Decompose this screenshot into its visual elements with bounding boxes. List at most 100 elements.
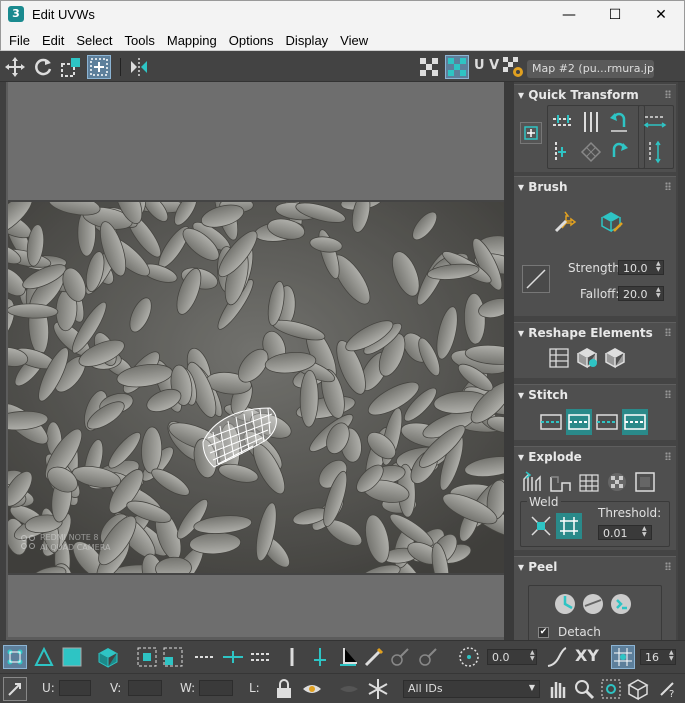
move-icon[interactable] [3,55,27,79]
rollout-grip-icon[interactable] [665,562,671,570]
reshape-header[interactable]: ▾ Reshape Elements [518,326,653,340]
menu-display[interactable]: Display [280,30,335,50]
xy-axis-button[interactable]: XY [575,646,599,665]
explode-by-smoothing-icon[interactable] [520,469,546,495]
u-field[interactable] [59,680,91,696]
paint-select-shrink-icon[interactable] [416,645,440,669]
stitch-average-icon[interactable] [594,409,620,435]
menu-options[interactable]: Options [223,30,280,50]
rollout-grip-icon[interactable] [665,90,671,98]
relax-settings-icon[interactable] [602,345,628,371]
explode-header[interactable]: ▾ Explode [518,450,582,464]
peel-header[interactable]: ▾ Peel [518,560,557,574]
face-mode-icon[interactable] [60,645,84,669]
freeform-mode-icon[interactable] [87,55,111,79]
straighten-icon[interactable] [546,345,572,371]
explode-frame-icon[interactable] [632,469,658,495]
menu-select[interactable]: Select [70,30,118,50]
grow-selection-icon[interactable] [135,645,159,669]
minimize-button[interactable]: — [546,0,592,30]
falloff-curve-icon[interactable] [522,265,550,293]
absolute-mode-icon[interactable] [3,677,27,701]
ring-select-icon[interactable] [249,645,273,669]
rollout-grip-icon[interactable] [665,328,671,336]
rotate-icon[interactable] [31,55,55,79]
freeze-icon[interactable] [366,677,390,701]
space-horizontal-icon[interactable] [642,109,668,135]
edge-loop-icon[interactable] [336,645,360,669]
checker-pattern-icon[interactable] [417,55,441,79]
shrink-selection-icon[interactable] [161,645,185,669]
edge-mode-icon[interactable] [32,645,56,669]
rollout-grip-icon[interactable] [665,452,671,460]
explode-flatten-icon[interactable] [576,469,602,495]
detach-checkbox[interactable]: ✔ [538,627,549,638]
zoom-icon[interactable] [572,677,596,701]
quick-transform-header[interactable]: ▾ Quick Transform [518,88,639,102]
paint-select-icon[interactable] [362,645,386,669]
menu-file[interactable]: File [3,30,36,50]
stitch-to-target-icon[interactable] [566,409,592,435]
material-id-dropdown[interactable]: All IDs ▼ [403,680,540,698]
rollout-grip-icon[interactable] [665,390,671,398]
texture-image[interactable] [8,200,504,575]
explode-checker-icon[interactable] [604,469,630,495]
menu-edit[interactable]: Edit [36,30,70,50]
paint-move-icon[interactable] [552,209,578,235]
zoom-region-icon[interactable] [599,677,623,701]
ring-grow-icon[interactable] [280,645,304,669]
explode-by-material-icon[interactable] [548,469,574,495]
threshold-spinner[interactable]: ▲ ▼ [642,526,648,539]
panel-scrollbar[interactable] [678,82,685,640]
grid-size-spinner[interactable]: ▲ ▼ [669,650,675,663]
peel-reset-icon[interactable] [608,591,634,617]
point-to-point-icon[interactable] [308,645,332,669]
brush-header[interactable]: ▾ Brush [518,180,568,194]
strength-spinner[interactable]: ▲ ▼ [656,261,662,274]
show-icon[interactable] [337,677,361,701]
menu-tools[interactable]: Tools [119,30,161,50]
rotate-angle-icon[interactable] [457,645,481,669]
rotate-ccw-icon[interactable] [606,109,632,135]
menu-view[interactable]: View [334,30,374,50]
stitch-header[interactable]: ▾ Stitch [518,388,568,402]
align-vertical-icon[interactable] [578,109,604,135]
distribute-icon[interactable] [578,139,604,165]
map-dropdown[interactable]: Map #2 (pu...rmura.jpg) [527,60,654,78]
relax-brush-icon[interactable] [598,209,624,235]
stitch-to-source-icon[interactable] [622,409,648,435]
soft-selection-icon[interactable] [545,645,569,669]
paint-select-grow-icon[interactable] [388,645,412,669]
align-vertical-dashed-icon[interactable] [550,139,576,165]
panel-splitter[interactable] [504,82,514,640]
pivot-icon[interactable] [520,122,542,144]
relax-icon[interactable] [574,345,600,371]
texture-settings-icon[interactable] [501,55,525,79]
rotate-cw-icon[interactable] [606,139,632,165]
align-horizontal-icon[interactable] [550,109,576,135]
pan-hand-icon[interactable] [545,677,569,701]
help-icon[interactable]: ? [655,677,679,701]
loop-select-icon[interactable] [193,645,217,669]
element-mode-icon[interactable] [96,645,120,669]
zoom-extents-icon[interactable] [626,677,650,701]
rotate-angle-spinner[interactable]: ▲ ▼ [530,650,536,663]
stitch-custom-icon[interactable] [538,409,564,435]
quick-peel-icon[interactable] [552,591,578,617]
maximize-button[interactable]: ☐ [592,0,638,30]
show-map-icon[interactable] [445,55,469,79]
mirror-icon[interactable] [127,55,151,79]
rollout-grip-icon[interactable] [665,182,671,190]
weld-target-icon[interactable] [556,513,582,539]
scale-icon[interactable] [59,55,83,79]
uv-axis-label[interactable]: U V [474,58,499,73]
grid-snap-icon[interactable] [611,645,635,669]
v-field[interactable] [128,680,162,696]
vertex-mode-icon[interactable] [3,645,27,669]
close-button[interactable]: ✕ [638,0,684,30]
loop-grow-icon[interactable] [221,645,245,669]
weld-selected-icon[interactable] [528,513,554,539]
menu-mapping[interactable]: Mapping [161,30,223,50]
space-vertical-icon[interactable] [642,139,668,165]
hide-icon[interactable] [300,677,324,701]
